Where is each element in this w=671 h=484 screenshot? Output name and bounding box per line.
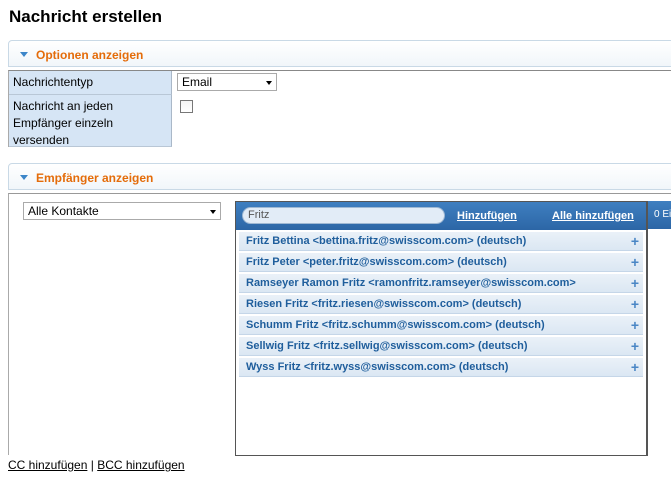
plus-icon[interactable]: + [631, 274, 639, 292]
list-item[interactable]: Riesen Fritz <fritz.riesen@swisscom.com>… [239, 295, 643, 314]
contact-list: Fritz Bettina <bettina.fritz@swisscom.co… [236, 230, 646, 377]
contact-label: Fritz Bettina <bettina.fritz@swisscom.co… [246, 235, 527, 247]
recipients-section-label: Empfänger anzeigen [36, 171, 154, 185]
triangle-down-icon [20, 175, 28, 180]
plus-icon[interactable]: + [631, 232, 639, 250]
send-individually-checkbox[interactable] [180, 100, 193, 113]
chevron-down-icon [210, 210, 216, 214]
contacts-toolbar: Fritz Hinzufügen Alle hinzufügen [236, 202, 646, 230]
message-type-select[interactable]: Email [177, 73, 277, 91]
cc-add-link[interactable]: CC hinzufügen [8, 458, 87, 472]
plus-icon[interactable]: + [631, 337, 639, 355]
plus-icon[interactable]: + [631, 316, 639, 334]
recipients-section-header[interactable]: Empfänger anzeigen [8, 163, 671, 190]
list-item[interactable]: Schumm Fritz <fritz.schumm@swisscom.com>… [239, 316, 643, 335]
search-input[interactable]: Fritz [242, 207, 445, 224]
options-section-label: Optionen anzeigen [36, 48, 144, 62]
options-row-message-type: Nachrichtentyp Email [9, 71, 671, 95]
contact-label: Wyss Fritz <fritz.wyss@swisscom.com> (de… [246, 361, 509, 373]
list-item[interactable]: Ramseyer Ramon Fritz <ramonfritz.ramseye… [239, 274, 643, 293]
options-section-header[interactable]: Optionen anzeigen [8, 40, 671, 67]
selected-count: 0 Ei [648, 201, 671, 229]
options-table: Nachrichtentyp Email Nachricht an jeden … [8, 70, 671, 147]
list-item[interactable]: Fritz Peter <peter.fritz@swisscom.com> (… [239, 253, 643, 272]
contacts-filter-select[interactable]: Alle Kontakte [23, 202, 221, 220]
list-item[interactable]: Wyss Fritz <fritz.wyss@swisscom.com> (de… [239, 358, 643, 377]
recipients-area: Alle Kontakte Fritz Hinzufügen Alle hinz… [8, 193, 671, 456]
selected-recipients-panel: 0 Ei [647, 201, 671, 456]
triangle-down-icon [20, 52, 28, 57]
contact-label: Sellwig Fritz <fritz.sellwig@swisscom.co… [246, 340, 528, 352]
bcc-add-link[interactable]: BCC hinzufügen [97, 458, 184, 472]
list-item[interactable]: Sellwig Fritz <fritz.sellwig@swisscom.co… [239, 337, 643, 356]
contact-label: Riesen Fritz <fritz.riesen@swisscom.com>… [246, 298, 522, 310]
plus-icon[interactable]: + [631, 253, 639, 271]
footer-separator: | [90, 458, 94, 472]
contact-label: Fritz Peter <peter.fritz@swisscom.com> (… [246, 256, 507, 268]
add-all-button[interactable]: Alle hinzufügen [552, 210, 634, 222]
send-individually-label: Nachricht an jeden Empfänger einzeln ver… [9, 95, 172, 147]
list-item[interactable]: Fritz Bettina <bettina.fritz@swisscom.co… [239, 232, 643, 251]
page-title: Nachricht erstellen [9, 7, 163, 26]
add-button[interactable]: Hinzufügen [457, 210, 517, 222]
plus-icon[interactable]: + [631, 358, 639, 376]
plus-icon[interactable]: + [631, 295, 639, 313]
contact-label: Ramseyer Ramon Fritz <ramonfritz.ramseye… [246, 277, 576, 289]
available-contacts-panel: Fritz Hinzufügen Alle hinzufügen Fritz B… [235, 201, 647, 456]
contacts-filter-value: Alle Kontakte [28, 204, 99, 218]
message-type-value: Email [182, 75, 213, 89]
options-row-send-individually: Nachricht an jeden Empfänger einzeln ver… [9, 95, 671, 147]
contact-label: Schumm Fritz <fritz.schumm@swisscom.com>… [246, 319, 545, 331]
chevron-down-icon [266, 81, 272, 85]
footer-links: CC hinzufügen | BCC hinzufügen [8, 458, 185, 472]
message-type-label: Nachrichtentyp [9, 71, 172, 95]
